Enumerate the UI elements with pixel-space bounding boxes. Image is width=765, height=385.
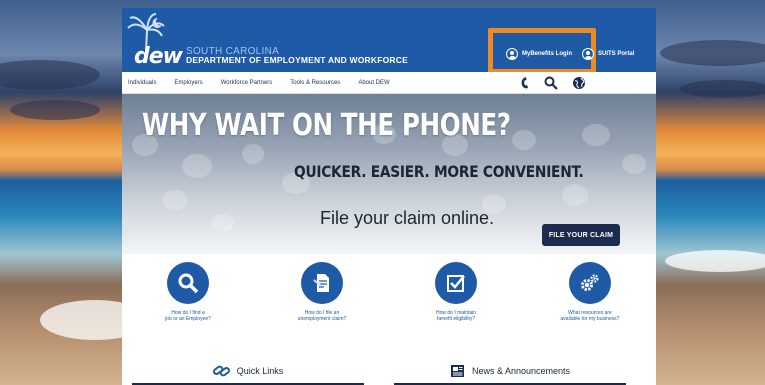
hero-title: WHY WAIT ON THE PHONE? xyxy=(142,108,511,143)
mybenefits-login-link[interactable]: MyBenefits Login xyxy=(506,48,572,60)
dew-site-panel: dew SOUTH CAROLINA DEPARTMENT OF EMPLOYM… xyxy=(122,8,656,385)
main-navigation: Individuals Employers Workforce Partners… xyxy=(122,72,656,94)
nav-item-workforce-partners[interactable]: Workforce Partners xyxy=(221,80,273,86)
nav-item-about-dew[interactable]: About DEW xyxy=(358,80,389,86)
mybenefits-login-label: MyBenefits Login xyxy=(522,51,573,57)
hero-subtitle: QUICKER. EASIER. MORE CONVENIENT. xyxy=(294,162,584,181)
tile-label-line2: unemployment claim? xyxy=(297,316,347,322)
gears-icon xyxy=(581,274,599,291)
tile-label-line2: benefit eligibility? xyxy=(436,316,476,322)
nav-item-individuals[interactable]: Individuals xyxy=(128,80,156,86)
help-tiles: How do I find a job or an Employee? How … xyxy=(122,258,656,348)
user-icon xyxy=(506,48,518,60)
news-section[interactable]: News & Announcements xyxy=(394,358,626,385)
suits-portal-link[interactable]: SUITS Portal xyxy=(582,48,634,60)
document-icon xyxy=(313,274,329,292)
tile-file-claim[interactable]: How do I file an unemployment claim? xyxy=(272,258,372,322)
tile-maintain-eligibility[interactable]: How do I maintain benefit eligibility? xyxy=(406,258,506,322)
hero-banner: WHY WAIT ON THE PHONE? QUICKER. EASIER. … xyxy=(122,94,656,254)
file-your-claim-button[interactable]: FILE YOUR CLAIM xyxy=(542,224,620,246)
user-icon xyxy=(582,48,594,60)
hero-claim-text: File your claim online. xyxy=(320,208,495,228)
search-icon[interactable] xyxy=(544,76,558,90)
logo-department-text: DEPARTMENT OF EMPLOYMENT AND WORKFORCE xyxy=(186,55,408,65)
logo-dew-mark: dew xyxy=(134,43,183,69)
dew-logo[interactable]: dew SOUTH CAROLINA DEPARTMENT OF EMPLOYM… xyxy=(134,43,408,69)
phone-icon[interactable] xyxy=(520,76,530,90)
globe-icon[interactable] xyxy=(572,76,586,90)
nav-item-tools-resources[interactable]: Tools & Resources xyxy=(290,80,340,86)
suits-portal-label: SUITS Portal xyxy=(598,51,635,57)
newspaper-icon xyxy=(450,364,464,377)
nav-item-employers[interactable]: Employers xyxy=(174,80,202,86)
tile-business-resources[interactable]: What resources are available for my busi… xyxy=(540,258,640,322)
tile-label-line2: job or an Employee? xyxy=(165,316,211,322)
tile-find-job[interactable]: How do I find a job or an Employee? xyxy=(138,258,238,322)
site-header: dew SOUTH CAROLINA DEPARTMENT OF EMPLOYM… xyxy=(122,8,656,74)
quick-links-title: Quick Links xyxy=(236,365,284,376)
tile-label-line2: available for my business? xyxy=(560,316,620,322)
quick-links-section[interactable]: Quick Links xyxy=(132,358,364,385)
checkbox-icon xyxy=(447,275,465,292)
news-title: News & Announcements xyxy=(471,365,571,376)
search-icon xyxy=(178,273,199,294)
link-icon xyxy=(212,365,230,376)
